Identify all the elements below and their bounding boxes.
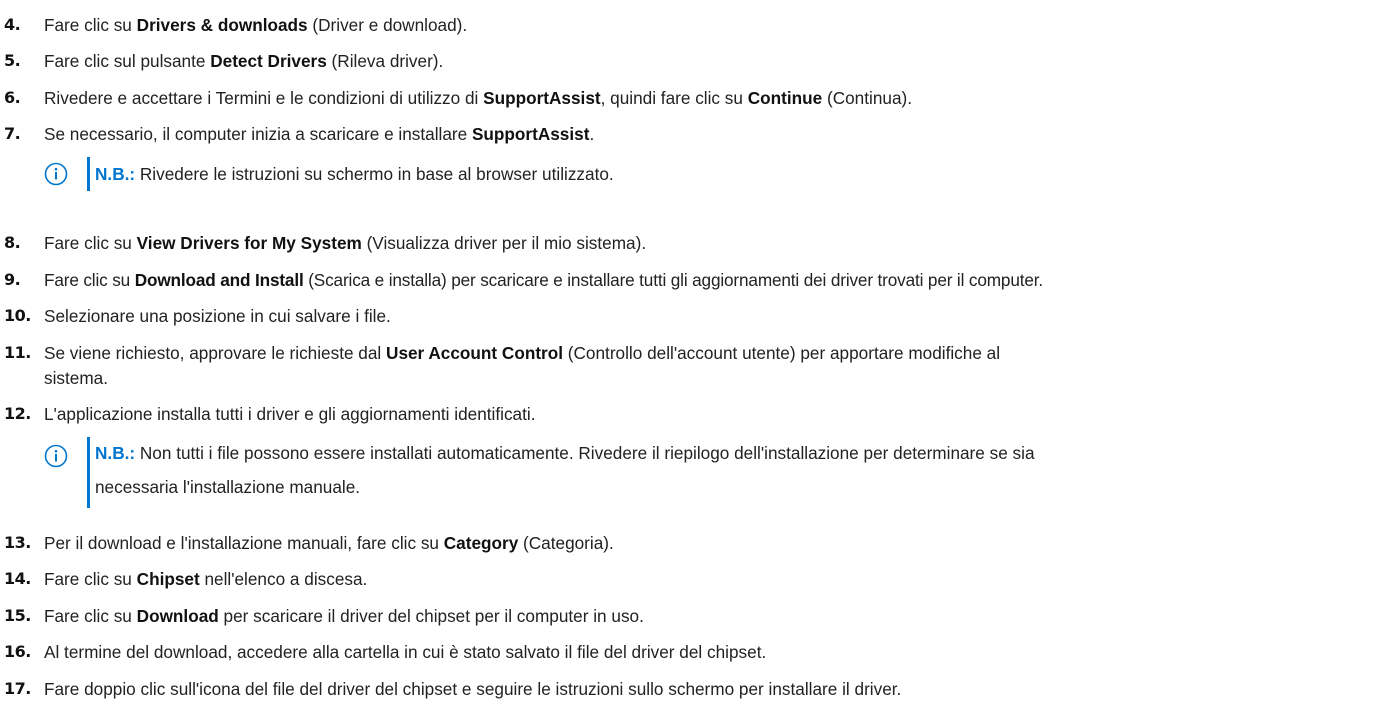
ui-term: View Drivers for My System xyxy=(136,233,362,253)
ui-term: SupportAssist xyxy=(471,124,590,144)
ui-term: Category xyxy=(443,533,519,553)
step-number: 16. xyxy=(4,642,31,661)
step-text: Fare clic su Download and Install (Scari… xyxy=(44,270,1044,290)
step-number: 4. xyxy=(4,15,21,34)
step-number: 5. xyxy=(4,51,21,70)
step-text: Fare clic su Chipset nell'elenco a disce… xyxy=(44,569,368,589)
step-number: 6. xyxy=(4,88,21,107)
step-number: 14. xyxy=(4,569,31,588)
step-number: 7. xyxy=(4,124,21,143)
step-number: 12. xyxy=(4,404,31,423)
step-text: Rivedere e accettare i Termini e le cond… xyxy=(44,88,913,108)
info-circle-icon xyxy=(44,444,68,468)
note-text: N.B.: Rivedere le istruzioni su schermo … xyxy=(95,164,614,184)
step-text: Se necessario, il computer inizia a scar… xyxy=(44,124,595,144)
ui-term: Download and Install xyxy=(134,270,304,290)
step-text: Fare clic su View Drivers for My System … xyxy=(44,233,647,253)
step-number: 15. xyxy=(4,606,31,625)
step-number: 13. xyxy=(4,533,31,552)
step-text: Per il download e l'installazione manual… xyxy=(44,533,614,553)
info-circle-icon xyxy=(44,162,68,186)
ui-term: Drivers & downloads xyxy=(136,15,308,35)
note-bar xyxy=(87,157,90,191)
note-text: N.B.: Non tutti i file possono essere in… xyxy=(95,443,1035,463)
note-label: N.B.: xyxy=(95,443,136,463)
ui-term: Continue xyxy=(747,88,823,108)
step-number: 10. xyxy=(4,306,31,325)
step-text: Se viene richiesto, approvare le richies… xyxy=(44,343,1001,363)
step-text: Fare clic su Download per scaricare il d… xyxy=(44,606,644,626)
step-text: Fare clic su Drivers & downloads (Driver… xyxy=(44,15,468,35)
step-text-line2: sistema. xyxy=(44,368,108,388)
ui-term: Chipset xyxy=(136,569,200,589)
step-text: Fare doppio clic sull'icona del file del… xyxy=(44,679,902,699)
note-label: N.B.: xyxy=(95,164,136,184)
step-number: 8. xyxy=(4,233,21,252)
step-text: Selezionare una posizione in cui salvare… xyxy=(44,306,391,326)
ui-term: SupportAssist xyxy=(483,88,601,108)
step-number: 11. xyxy=(4,343,31,362)
step-text: L'applicazione installa tutti i driver e… xyxy=(44,404,536,424)
step-text: Fare clic sul pulsante Detect Drivers (R… xyxy=(44,51,444,71)
step-number: 9. xyxy=(4,270,21,289)
ui-term: User Account Control xyxy=(386,343,564,363)
ui-term: Detect Drivers xyxy=(210,51,327,71)
ui-term: Download xyxy=(136,606,219,626)
step-number: 17. xyxy=(4,679,31,698)
step-text: Al termine del download, accedere alla c… xyxy=(44,642,767,662)
note-bar xyxy=(87,437,90,508)
note-text-line2: necessaria l'installazione manuale. xyxy=(95,477,361,497)
